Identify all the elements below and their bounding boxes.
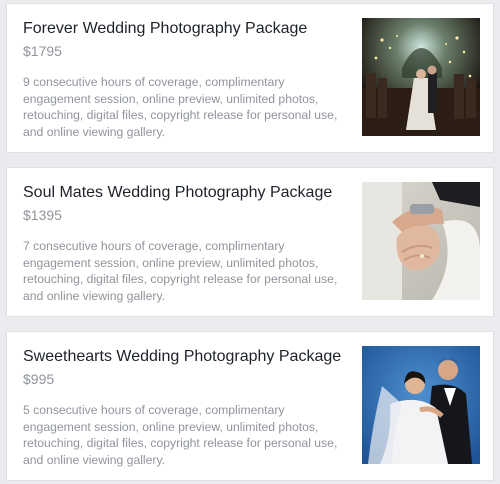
couple-portrait-photo: [362, 346, 480, 464]
package-description: 7 consecutive hours of coverage, complim…: [23, 239, 338, 303]
package-card-soul-mates[interactable]: Soul Mates Wedding Photography Package $…: [6, 167, 494, 317]
package-price: $1395: [23, 207, 62, 223]
package-title[interactable]: Forever Wedding Photography Package: [23, 19, 343, 39]
package-title[interactable]: Sweethearts Wedding Photography Package: [23, 347, 343, 367]
package-card-forever[interactable]: Forever Wedding Photography Package $179…: [6, 3, 494, 153]
package-list: Forever Wedding Photography Package $179…: [0, 0, 500, 484]
package-photo[interactable]: [362, 18, 480, 136]
package-price: $1795: [23, 43, 62, 59]
package-card-sweethearts[interactable]: Sweethearts Wedding Photography Package …: [6, 331, 494, 481]
package-description: 5 consecutive hours of coverage, complim…: [23, 403, 338, 467]
package-photo[interactable]: [362, 182, 480, 300]
package-price: $995: [23, 371, 55, 387]
package-photo[interactable]: [362, 346, 480, 464]
package-title[interactable]: Soul Mates Wedding Photography Package: [23, 183, 343, 203]
sparkler-exit-photo: [362, 18, 480, 136]
holding-hands-photo: [362, 182, 480, 300]
package-description: 9 consecutive hours of coverage, complim…: [23, 75, 338, 139]
